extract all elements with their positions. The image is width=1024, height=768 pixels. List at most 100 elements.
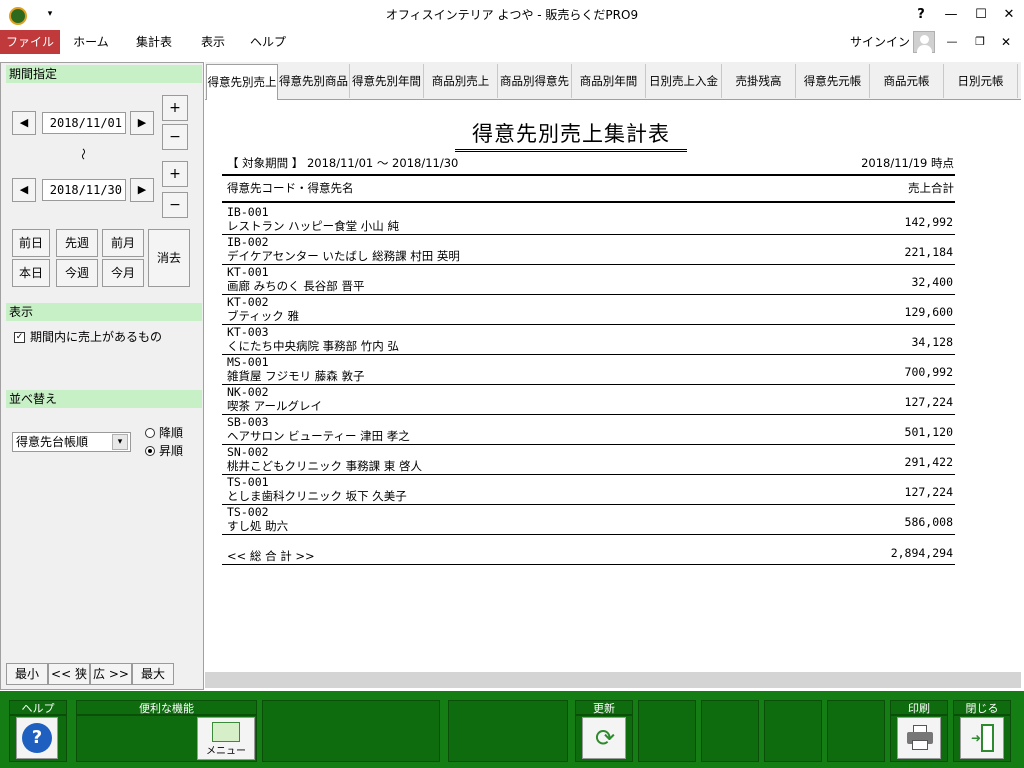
- sort-select[interactable]: 得意先台帳順 ▾: [12, 432, 131, 452]
- date-to-field[interactable]: 2018/11/30: [42, 179, 126, 201]
- row-amount: 127,224: [904, 485, 953, 499]
- sort-select-value: 得意先台帳順: [16, 435, 89, 449]
- close-slot-label: 閉じる: [953, 700, 1011, 715]
- empty-slot-2: [448, 700, 568, 762]
- zoom-narrow-button[interactable]: << 狭: [48, 663, 90, 685]
- date-to-next-button[interactable]: ▶: [130, 178, 154, 202]
- zoom-max-button[interactable]: 最大: [132, 663, 174, 685]
- sort-desc-radio[interactable]: [145, 428, 155, 438]
- row-amount: 291,422: [904, 455, 953, 469]
- help-button[interactable]: ?: [16, 717, 58, 759]
- date-from-plus-button[interactable]: +: [162, 95, 188, 121]
- quick-access-dropdown-icon[interactable]: ▾: [44, 6, 56, 22]
- row-name: レストラン ハッピー食堂 小山 純: [227, 219, 399, 233]
- this-month-button[interactable]: 今月: [102, 259, 144, 287]
- ribbon-close-icon[interactable]: ✕: [994, 31, 1018, 53]
- header-top-rule: [222, 174, 955, 176]
- help-icon[interactable]: ?: [906, 0, 936, 30]
- header-bottom-rule: [222, 201, 955, 203]
- tab-receivables[interactable]: 売掛残高: [722, 64, 796, 98]
- row-code: TS-001: [227, 475, 269, 489]
- tab-customer-annual[interactable]: 得意先別年間: [350, 64, 424, 98]
- horizontal-scrollbar[interactable]: [205, 672, 1021, 688]
- minimize-button[interactable]: —: [936, 0, 966, 30]
- user-avatar-icon[interactable]: [913, 31, 935, 53]
- row-name: ブティック 雅: [227, 309, 299, 323]
- help-slot-label: ヘルプ: [9, 700, 67, 715]
- row-name: 桃井こどもクリニック 事務課 東 啓人: [227, 459, 422, 473]
- tab-summary[interactable]: 集計表: [128, 30, 180, 54]
- report-title: 得意先別売上集計表: [455, 118, 687, 152]
- exit-door-icon: ➜: [971, 724, 995, 754]
- grand-total-rule: [222, 564, 955, 565]
- date-from-prev-button[interactable]: ◀: [12, 111, 36, 135]
- ribbon-restore-icon[interactable]: ❐: [968, 31, 992, 53]
- tab-customer-ledger[interactable]: 得意先元帳: [796, 64, 870, 98]
- tab-customer-sales[interactable]: 得意先別売上: [206, 64, 278, 100]
- ribbon-minimize-icon[interactable]: —: [940, 31, 964, 53]
- row-name: すし処 助六: [227, 519, 289, 533]
- row-amount: 129,600: [904, 305, 953, 319]
- row-code: MS-001: [227, 355, 269, 369]
- refresh-icon: ⟳: [594, 724, 616, 752]
- row-name: としま歯科クリニック 坂下 久美子: [227, 489, 407, 503]
- signin-link[interactable]: サインイン: [850, 30, 910, 54]
- sort-asc-radio[interactable]: [145, 446, 155, 456]
- tab-help[interactable]: ヘルプ: [244, 30, 292, 54]
- refresh-button[interactable]: ⟳: [582, 717, 626, 759]
- display-section-header: 表示: [6, 303, 202, 321]
- prev-week-button[interactable]: 先週: [56, 229, 98, 257]
- tab-file[interactable]: ファイル: [0, 30, 60, 54]
- zoom-wide-button[interactable]: 広 >>: [90, 663, 132, 685]
- maximize-button[interactable]: ☐: [966, 0, 996, 30]
- sales-in-period-label: 期間内に売上があるもの: [30, 330, 163, 344]
- tab-home[interactable]: ホーム: [66, 30, 116, 54]
- date-from-field[interactable]: 2018/11/01: [42, 112, 126, 134]
- tab-product-customer[interactable]: 商品別得意先: [498, 64, 572, 98]
- date-from-next-button[interactable]: ▶: [130, 111, 154, 135]
- chevron-down-icon[interactable]: ▾: [112, 434, 128, 450]
- clear-button[interactable]: 消去: [148, 229, 190, 287]
- menu-button-label: メニュー: [206, 746, 246, 757]
- this-week-button[interactable]: 今週: [56, 259, 98, 287]
- row-name: 画廊 みちのく 長谷部 晋平: [227, 279, 365, 293]
- sort-asc-label: 昇順: [159, 444, 184, 458]
- app-logo-icon: [9, 7, 27, 25]
- empty-slot-4: [701, 700, 759, 762]
- row-name: ヘアサロン ビューティー 津田 孝之: [227, 429, 410, 443]
- tab-daily-sales-receipts[interactable]: 日別売上入金: [646, 64, 722, 98]
- prev-month-button[interactable]: 前月: [102, 229, 144, 257]
- tab-daily-ledger[interactable]: 日別元帳: [944, 64, 1018, 98]
- sales-in-period-checkbox[interactable]: ✓: [14, 332, 25, 343]
- date-from-minus-button[interactable]: −: [162, 124, 188, 150]
- close-button[interactable]: ✕: [994, 0, 1024, 30]
- date-to-minus-button[interactable]: −: [162, 192, 188, 218]
- menu-button[interactable]: メニュー: [197, 717, 255, 760]
- row-code: IB-001: [227, 205, 269, 219]
- row-code: NK-002: [227, 385, 269, 399]
- row-code: IB-002: [227, 235, 269, 249]
- today-button[interactable]: 本日: [12, 259, 50, 287]
- row-amount: 32,400: [911, 275, 953, 289]
- tab-customer-product[interactable]: 得意先別商品: [278, 64, 350, 98]
- tab-product-sales[interactable]: 商品別売上: [424, 64, 498, 98]
- row-rule: [222, 534, 955, 535]
- row-code: KT-001: [227, 265, 269, 279]
- tab-product-annual[interactable]: 商品別年間: [572, 64, 646, 98]
- row-amount: 34,128: [911, 335, 953, 349]
- print-button[interactable]: [897, 717, 941, 759]
- row-code: SN-002: [227, 445, 269, 459]
- tab-product-ledger[interactable]: 商品元帳: [870, 64, 944, 98]
- left-panel: [0, 62, 204, 690]
- report-as-of: 2018/11/19 時点: [861, 156, 954, 170]
- zoom-min-button[interactable]: 最小: [6, 663, 48, 685]
- row-amount: 127,224: [904, 395, 953, 409]
- prev-day-button[interactable]: 前日: [12, 229, 50, 257]
- grand-total-value: 2,894,294: [890, 546, 953, 560]
- date-to-prev-button[interactable]: ◀: [12, 178, 36, 202]
- exit-button[interactable]: ➜: [960, 717, 1004, 759]
- date-to-plus-button[interactable]: +: [162, 161, 188, 187]
- tab-view[interactable]: 表示: [192, 30, 234, 54]
- row-amount: 142,992: [904, 215, 953, 229]
- row-name: 喫茶 アールグレイ: [227, 399, 322, 413]
